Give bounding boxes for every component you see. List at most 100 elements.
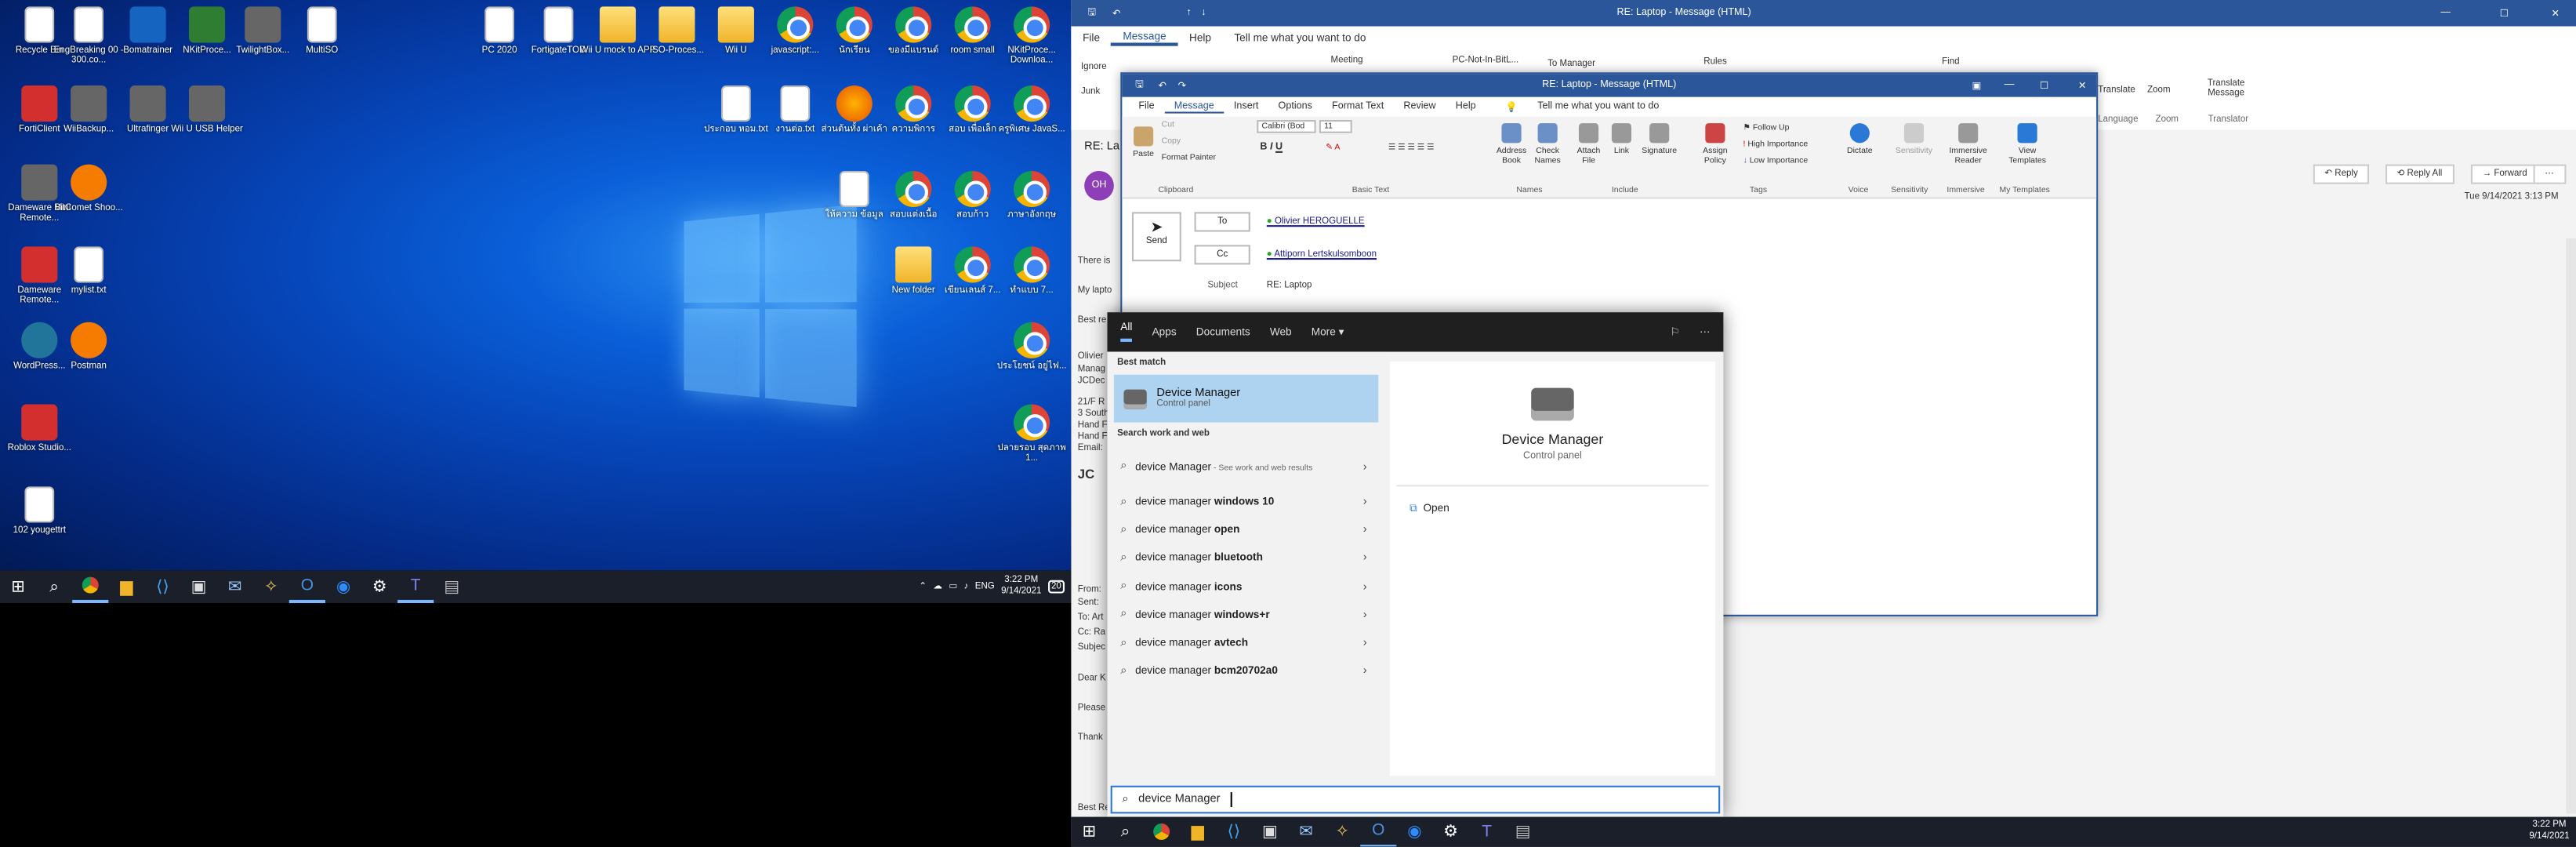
search-icon[interactable]: ⌕ <box>1108 815 1144 846</box>
translate-message-button[interactable]: Translate Message <box>2201 79 2251 99</box>
subject-field[interactable]: RE: Laptop <box>1267 281 1312 291</box>
file-explorer-icon[interactable]: ▆ <box>108 570 144 603</box>
desktop-icon[interactable]: Wii U USB Helper <box>168 85 247 135</box>
chevron-right-icon[interactable]: › <box>1363 581 1367 593</box>
search-icon[interactable]: ⌕ <box>36 570 72 603</box>
lang-indicator[interactable]: ENG <box>975 582 995 592</box>
suggestion-item[interactable]: ⌕ device manager bcm20702a0 › <box>1108 658 1387 686</box>
tab-web[interactable]: Web <box>1270 326 1292 338</box>
tab-options[interactable]: Options <box>1268 102 1322 112</box>
remote-icon[interactable]: ✧ <box>253 570 289 603</box>
suggestion-item[interactable]: ⌕ device manager icons › <box>1108 573 1387 601</box>
check-names-button[interactable]: Check Names <box>1529 123 1566 166</box>
chevron-right-icon[interactable]: › <box>1363 638 1367 649</box>
assign-policy-button[interactable]: Assign Policy <box>1697 123 1733 166</box>
vscode-icon[interactable]: ⟨⟩ <box>1216 815 1252 846</box>
start-icon[interactable]: ⊞ <box>1071 815 1107 846</box>
minimize-icon[interactable]: — <box>2005 81 2015 91</box>
tab-apps[interactable]: Apps <box>1152 326 1177 338</box>
format-painter-button[interactable]: Format Painter <box>1162 153 1216 163</box>
network-icon[interactable]: ▭ <box>949 582 957 592</box>
dictate-button[interactable]: Dictate <box>1841 123 1878 156</box>
store-icon[interactable]: ▣ <box>181 570 217 603</box>
best-match-result[interactable]: Device Manager Control panel <box>1113 374 1379 423</box>
to-button[interactable]: To <box>1194 212 1250 232</box>
chrome-icon[interactable] <box>72 570 109 604</box>
ribbon-display-icon[interactable]: ▣ <box>1972 80 1982 92</box>
chevron-right-icon[interactable]: › <box>1363 525 1367 536</box>
notification-badge[interactable]: 20 <box>1047 580 1065 594</box>
translate-button[interactable]: Translate <box>2098 85 2135 96</box>
chevron-right-icon[interactable]: › <box>1363 609 1367 621</box>
tab-review[interactable]: Review <box>1394 102 1446 112</box>
tab-message[interactable]: Message <box>1164 101 1225 113</box>
font-size-select[interactable]: 11 <box>1319 119 1352 133</box>
redo-icon[interactable]: ↷ <box>1178 80 1187 92</box>
cloud-icon[interactable]: ☁ <box>933 582 942 592</box>
cc-recipient[interactable]: ● Attiporn Lertskulsomboon <box>1267 250 1377 260</box>
minimize-icon[interactable]: — <box>2440 8 2451 18</box>
tab-insert[interactable]: Insert <box>1224 102 1268 112</box>
chevron-right-icon[interactable]: › <box>1363 461 1367 473</box>
settings-icon[interactable]: ⚙ <box>1432 815 1468 846</box>
quickstep-pc[interactable]: PC-Not-In-BitL... <box>1453 56 1519 66</box>
close-icon[interactable]: ✕ <box>2078 80 2087 92</box>
tab-documents[interactable]: Documents <box>1196 326 1250 338</box>
chevron-right-icon[interactable]: › <box>1363 666 1367 678</box>
high-importance-button[interactable]: ! High Importance <box>1743 140 1809 150</box>
more-options-icon[interactable]: ⋯ <box>1700 325 1711 339</box>
link-button[interactable]: Link <box>1609 123 1635 156</box>
cut-button[interactable]: Cut <box>1162 120 1174 130</box>
open-action[interactable]: ⧉ Open <box>1410 503 1696 516</box>
outlook-icon[interactable]: O <box>288 570 325 604</box>
app-icon[interactable]: ▤ <box>1505 815 1541 846</box>
to-recipient[interactable]: ● Olivier HEROGUELLE <box>1267 217 1365 227</box>
reply-button[interactable]: ↶ Reply <box>2313 164 2370 184</box>
immersive-reader-button[interactable]: Immersive Reader <box>1943 123 1993 166</box>
suggestion-item[interactable]: ⌕ device manager bluetooth › <box>1108 544 1387 573</box>
tab-file[interactable]: File <box>1071 32 1111 44</box>
tab-message[interactable]: Message <box>1111 31 1178 45</box>
settings-icon[interactable]: ⚙ <box>361 570 397 603</box>
volume-icon[interactable]: ♪ <box>964 582 969 592</box>
forward-button[interactable]: → Forward <box>2470 164 2539 184</box>
attach-file-button[interactable]: Attach File <box>1573 123 1605 166</box>
desktop-icon[interactable]: MultiSO <box>282 6 361 56</box>
suggestion-item[interactable]: ⌕ device manager windows 10 › <box>1108 488 1387 516</box>
chevron-right-icon[interactable]: › <box>1363 496 1367 508</box>
clock[interactable]: 3:22 PM 9/14/2021 <box>2529 820 2569 843</box>
zoom-icon[interactable]: ◉ <box>1396 815 1432 846</box>
mail-icon[interactable]: ✉ <box>217 570 253 603</box>
reply-all-button[interactable]: ⟲ Reply All <box>2385 164 2454 184</box>
suggestion-item[interactable]: ⌕ device manager avtech › <box>1108 630 1387 658</box>
more-actions-button[interactable]: ⋯ <box>2533 164 2566 184</box>
align-buttons[interactable]: ☰ ☰ ☰ ☰ ☰ <box>1388 143 1435 153</box>
desktop-icon[interactable]: ทำแบบ 7... <box>992 246 1072 296</box>
tab-more[interactable]: More ▾ <box>1312 325 1344 339</box>
paste-button[interactable]: Paste <box>1129 126 1159 159</box>
follow-up-button[interactable]: ⚑ Follow Up <box>1743 123 1790 133</box>
clock[interactable]: 3:22 PM 9/14/2021 <box>1001 575 1041 598</box>
tab-all[interactable]: All <box>1120 322 1133 342</box>
save-icon[interactable]: 🖫 <box>1135 77 1144 93</box>
suggestion-item[interactable]: ⌕ device manager windows+r › <box>1108 602 1387 630</box>
store-icon[interactable]: ▣ <box>1252 815 1288 846</box>
teams-icon[interactable]: T <box>397 570 434 604</box>
tab-help[interactable]: Help <box>1446 102 1486 112</box>
scrollbar[interactable] <box>2566 238 2576 814</box>
app-icon[interactable]: ▤ <box>434 570 470 603</box>
rules-button[interactable]: Rules <box>1703 57 1726 67</box>
find-button[interactable]: Find <box>1942 57 1959 67</box>
chevron-right-icon[interactable]: › <box>1363 553 1367 565</box>
sensitivity-button[interactable]: Sensitivity <box>1891 123 1937 156</box>
search-input[interactable]: ⌕ device Manager <box>1110 785 1721 814</box>
remote-icon[interactable]: ✧ <box>1324 815 1360 846</box>
close-icon[interactable]: ✕ <box>2552 7 2560 20</box>
chrome-icon[interactable] <box>1144 815 1180 846</box>
desktop-icon[interactable]: 102 yougettrt <box>0 486 79 536</box>
undo-icon[interactable]: ↶ <box>1112 7 1121 20</box>
feedback-icon[interactable]: ⚐ <box>1671 325 1680 339</box>
desktop-icon[interactable]: ปลายรอบ สุดภาพ 1... <box>992 404 1072 463</box>
suggestion-item[interactable]: ⌕ device manager open › <box>1108 516 1387 544</box>
maximize-icon[interactable]: ☐ <box>2040 80 2048 92</box>
